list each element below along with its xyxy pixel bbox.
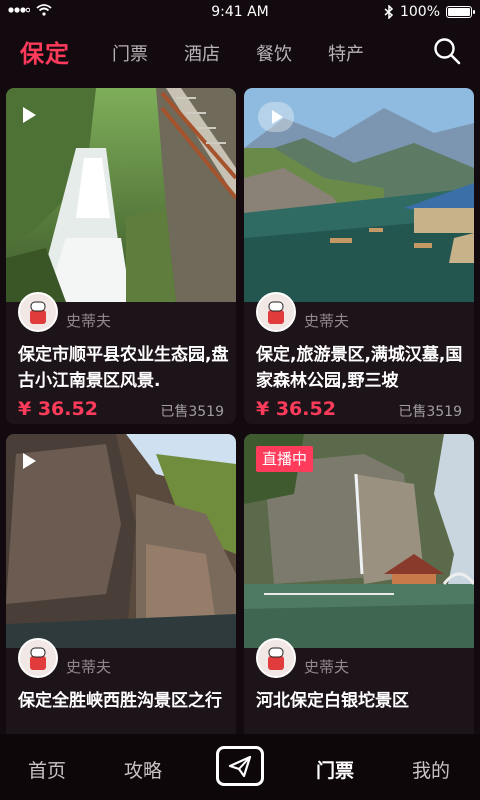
battery-percent: 100% (399, 4, 440, 20)
nav-guides[interactable]: 攻略 (124, 756, 162, 783)
price: ¥ 36.52 (256, 398, 336, 420)
scenic-photo-lake (244, 88, 474, 302)
tab-dining[interactable]: 餐饮 (256, 40, 292, 66)
bluetooth-icon (384, 5, 394, 19)
avatar[interactable] (18, 638, 58, 678)
card-title[interactable]: 河北保定白银坨景区 (256, 688, 468, 714)
send-button[interactable] (216, 746, 264, 786)
battery-icon (446, 6, 475, 18)
scenic-photo-pavilion: 直播中 (244, 434, 474, 648)
product-card[interactable]: 史蒂夫 保定全胜峡西胜沟景区之行 (6, 434, 236, 744)
author-name: 史蒂夫 (66, 658, 112, 676)
city-selector[interactable]: 保定 (20, 34, 70, 69)
card-title[interactable]: 保定全胜峡西胜沟景区之行 (18, 688, 230, 714)
author-name: 史蒂夫 (304, 312, 350, 330)
bottom-nav: 首页 攻略 门票 我的 (0, 734, 480, 800)
product-card[interactable]: 直播中 史蒂夫 河北保定白银坨景区 (244, 434, 474, 744)
sold-count: 已售3519 (160, 404, 224, 420)
author-name: 史蒂夫 (66, 312, 112, 330)
price: ¥ 36.52 (18, 398, 98, 420)
author-name: 史蒂夫 (304, 658, 350, 676)
search-icon[interactable] (432, 36, 462, 66)
avatar[interactable] (256, 638, 296, 678)
tab-specialties[interactable]: 特产 (328, 40, 364, 66)
play-icon[interactable] (20, 106, 38, 124)
avatar[interactable] (256, 292, 296, 332)
send-icon (228, 755, 252, 778)
nav-tickets[interactable]: 门票 (316, 756, 354, 783)
tab-tickets[interactable]: 门票 (112, 40, 148, 66)
scenic-photo-waterfall (6, 88, 236, 302)
product-card[interactable]: 史蒂夫 保定市顺平县农业生态园,盘古小江南景区风景. ¥ 36.52 已售351… (6, 88, 236, 424)
status-bar: 9:41 AM 100% (0, 0, 480, 24)
sold-count: 已售3519 (398, 404, 462, 420)
top-nav: 保定 门票 酒店 餐饮 特产 (0, 28, 480, 74)
card-title[interactable]: 保定,旅游景区,满城汉墓,国家森林公园,野三坡 (256, 342, 468, 394)
live-badge: 直播中 (256, 446, 314, 472)
nav-profile[interactable]: 我的 (412, 756, 450, 783)
scenic-photo-gorge (6, 434, 236, 648)
status-right: 100% (384, 4, 475, 20)
nav-home[interactable]: 首页 (28, 756, 66, 783)
play-icon[interactable] (20, 452, 38, 470)
play-button[interactable] (258, 102, 294, 132)
battery-level (448, 8, 470, 16)
avatar[interactable] (18, 292, 58, 332)
product-card[interactable]: 史蒂夫 保定,旅游景区,满城汉墓,国家森林公园,野三坡 ¥ 36.52 已售35… (244, 88, 474, 424)
tab-hotels[interactable]: 酒店 (184, 40, 220, 66)
card-title[interactable]: 保定市顺平县农业生态园,盘古小江南景区风景. (18, 342, 230, 394)
